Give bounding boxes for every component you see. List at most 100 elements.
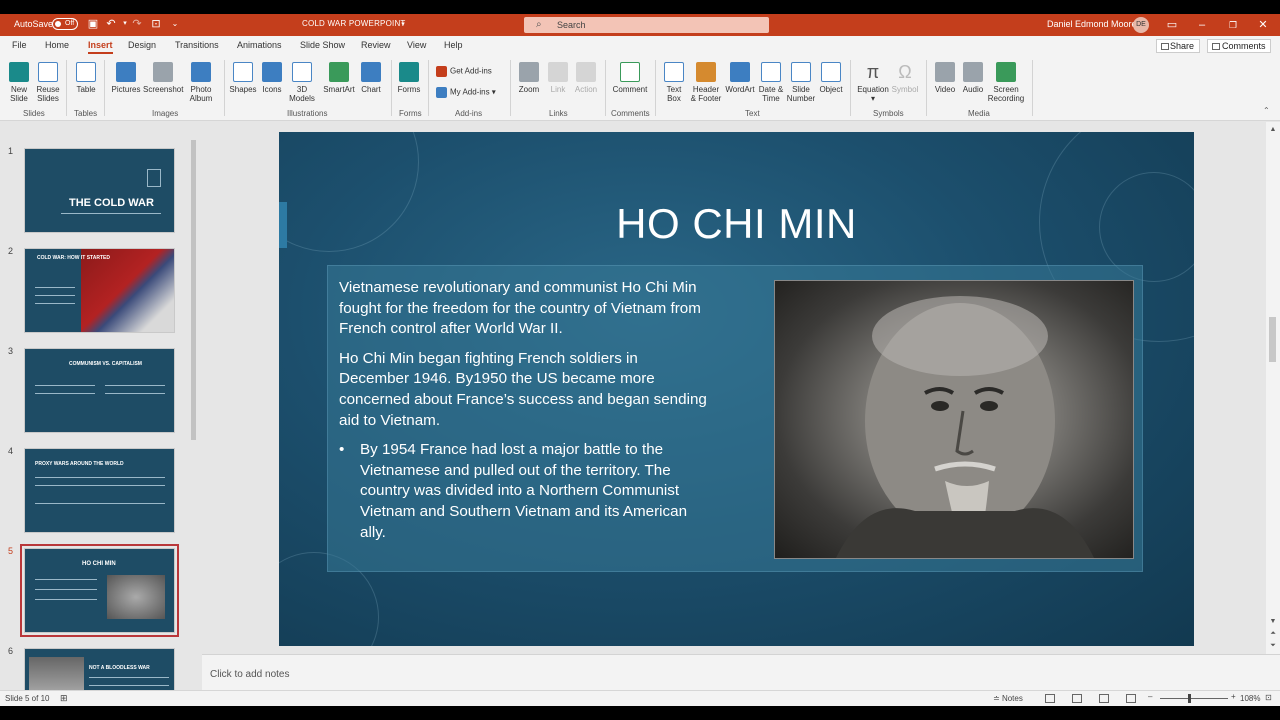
close-icon[interactable]: ✕ (1255, 17, 1271, 33)
forms-icon (399, 62, 419, 82)
fit-slide-icon[interactable]: ⊡ (1265, 693, 1272, 702)
undo-icon[interactable]: ↶ (104, 17, 118, 31)
slide-thumbnail-5[interactable]: HO CHI MIN (20, 544, 179, 637)
pi-icon: π (866, 62, 880, 82)
tab-design[interactable]: Design (128, 40, 156, 50)
header-footer-button[interactable]: Header & Footer (688, 62, 724, 103)
zoom-in-icon[interactable]: + (1231, 692, 1236, 701)
smartart-button[interactable]: SmartArt (321, 62, 357, 94)
forms-button[interactable]: Forms (396, 62, 422, 94)
slide-scrollbar[interactable]: ▲ ▼ ⏶ ⏷ (1266, 122, 1280, 654)
thumb-title: NOT A BLOODLESS WAR (89, 665, 150, 671)
search-input[interactable]: ⌕ Search (524, 17, 769, 33)
slideshow-icon[interactable] (1126, 694, 1136, 703)
scrollbar-thumb[interactable] (191, 140, 196, 440)
notes-placeholder[interactable]: Click to add notes (210, 669, 290, 680)
document-title[interactable]: COLD WAR POWERPOINT (302, 19, 406, 28)
chart-button[interactable]: Chart (358, 62, 384, 94)
save-icon[interactable]: ▣ (86, 17, 100, 31)
reuse-slides-button[interactable]: Reuse Slides (35, 62, 61, 103)
restore-icon[interactable]: ❐ (1225, 17, 1241, 33)
icons-button[interactable]: Icons (259, 62, 285, 94)
comment-button[interactable]: Comment (610, 62, 650, 94)
collapse-ribbon-icon[interactable]: ⌃ (1263, 106, 1270, 115)
slide-sorter-icon[interactable] (1072, 694, 1082, 703)
get-addins-button[interactable]: Get Add-ins (436, 66, 492, 77)
zoom-slider-handle[interactable] (1188, 694, 1191, 703)
ribbon-tabs: File Home Insert Design Transitions Anim… (0, 36, 1280, 56)
tab-review[interactable]: Review (361, 40, 391, 50)
minimize-icon[interactable]: – (1194, 17, 1210, 33)
scroll-up-icon[interactable]: ▲ (1267, 126, 1279, 133)
redo-icon[interactable]: ↷ (130, 17, 144, 31)
notes-pane[interactable]: Click to add notes (202, 654, 1280, 690)
avatar[interactable]: DE (1133, 17, 1149, 33)
tab-help[interactable]: Help (444, 40, 463, 50)
video-button[interactable]: Video (932, 62, 958, 94)
tab-animations[interactable]: Animations (237, 40, 282, 50)
zoom-slider[interactable] (1160, 698, 1228, 699)
autosave-toggle[interactable]: Off (52, 18, 78, 30)
slide-thumbnail-6[interactable]: NOT A BLOODLESS WAR (24, 648, 175, 690)
screenshot-button[interactable]: Screenshot (143, 62, 183, 94)
scroll-down-icon[interactable]: ▼ (1267, 618, 1279, 625)
screen-recording-icon (996, 62, 1016, 82)
normal-view-icon[interactable] (1045, 694, 1055, 703)
zoom-out-icon[interactable]: – (1148, 692, 1152, 701)
action-button[interactable]: Action (573, 62, 599, 94)
comments-button[interactable]: Comments (1207, 39, 1271, 53)
share-button[interactable]: Share (1156, 39, 1200, 53)
slide-thumbnail-2[interactable]: COLD WAR: HOW IT STARTED (24, 248, 175, 333)
icons-icon (262, 62, 282, 82)
tab-transitions[interactable]: Transitions (175, 40, 219, 50)
link-button[interactable]: Link (545, 62, 571, 94)
screen-recording-button[interactable]: Screen Recording (986, 62, 1026, 103)
tab-view[interactable]: View (407, 40, 426, 50)
3d-models-button[interactable]: 3D Models (286, 62, 318, 103)
accessibility-icon[interactable]: ⊞ (60, 693, 68, 704)
photo-album-button[interactable]: Photo Album (184, 62, 218, 103)
slide-body-text[interactable]: Vietnamese revolutionary and communist H… (339, 278, 709, 552)
slide-number-button[interactable]: Slide Number (786, 62, 816, 103)
zoom-level[interactable]: 108% (1240, 694, 1260, 703)
tab-home[interactable]: Home (45, 40, 69, 50)
equation-button[interactable]: π Equation ▾ (856, 62, 890, 103)
group-label-tables: Tables (74, 109, 98, 118)
previous-slide-icon[interactable]: ⏶ (1267, 630, 1279, 638)
thumbnail-scrollbar[interactable] (189, 134, 198, 690)
notes-button[interactable]: ≐ Notes (993, 694, 1023, 703)
text-box-button[interactable]: Text Box (661, 62, 687, 103)
table-button[interactable]: Table (73, 62, 99, 94)
wordart-button[interactable]: WordArt (724, 62, 756, 94)
symbol-button[interactable]: Ω Symbol (891, 62, 919, 94)
scrollbar-thumb[interactable] (1269, 317, 1276, 362)
user-name[interactable]: Daniel Edmond Moore (1047, 19, 1137, 29)
tab-file[interactable]: File (12, 40, 27, 50)
slide-thumbnail-4[interactable]: PROXY WARS AROUND THE WORLD (24, 448, 175, 533)
title-dropdown-icon[interactable]: ▾ (396, 18, 410, 32)
new-slide-button[interactable]: New Slide (6, 62, 32, 103)
screenshot-icon (153, 62, 173, 82)
portrait-photo[interactable] (774, 280, 1134, 559)
reading-view-icon[interactable] (1099, 694, 1109, 703)
slide-thumbnail-3[interactable]: COMMUNISM VS. CAPITALISM (24, 348, 175, 433)
tab-slide-show[interactable]: Slide Show (300, 40, 345, 50)
ribbon-display-icon[interactable]: ▭ (1164, 17, 1180, 33)
audio-button[interactable]: Audio (960, 62, 986, 94)
slide-thumbnail-1[interactable]: THE COLD WAR (24, 148, 175, 233)
my-addins-button[interactable]: My Add-ins ▾ (436, 87, 496, 98)
current-slide[interactable]: HO CHI MIN Vietnamese revolutionary and … (279, 132, 1194, 646)
shapes-button[interactable]: Shapes (228, 62, 258, 94)
pictures-button[interactable]: Pictures (110, 62, 142, 94)
tab-insert[interactable]: Insert (88, 40, 113, 54)
ribbon-divider (66, 60, 67, 116)
next-slide-icon[interactable]: ⏷ (1267, 642, 1279, 650)
present-icon[interactable]: ⊡ (149, 17, 163, 31)
group-label-comments: Comments (611, 109, 650, 118)
object-button[interactable]: Object (818, 62, 844, 94)
column-icon (147, 169, 161, 187)
customize-qat-icon[interactable]: ⌄ (168, 17, 182, 31)
date-time-button[interactable]: Date & Time (757, 62, 785, 103)
zoom-button[interactable]: Zoom (516, 62, 542, 94)
slide-title[interactable]: HO CHI MIN (279, 200, 1194, 248)
